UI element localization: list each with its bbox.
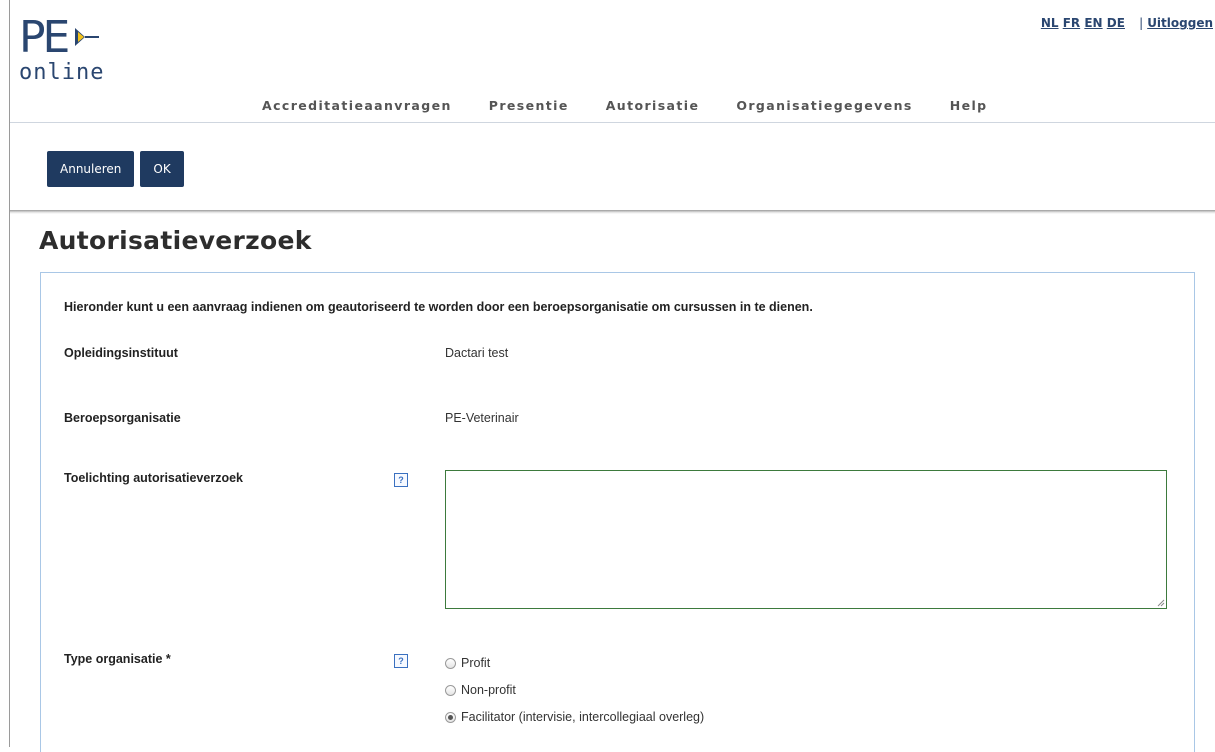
main-nav: Accreditatieaanvragen Presentie Autorisa…: [262, 98, 1025, 113]
explanation-textarea[interactable]: [445, 470, 1167, 609]
type-label: Type organisatie *: [64, 652, 171, 666]
logo-arrow-icon: [75, 28, 99, 46]
explanation-help-icon[interactable]: ?: [394, 473, 408, 487]
radio-option-non-profit[interactable]: Non-profit: [445, 683, 516, 697]
radio-label: Profit: [461, 656, 491, 670]
explanation-label: Toelichting autorisatieverzoek: [64, 471, 243, 485]
radio-option-profit[interactable]: Profit: [445, 656, 490, 670]
radio-button-checked[interactable]: [445, 711, 456, 723]
type-help-icon[interactable]: ?: [394, 654, 408, 668]
lang-nl-link[interactable]: NL: [1041, 16, 1059, 30]
lang-de-link[interactable]: DE: [1107, 16, 1125, 30]
nav-accreditatieaanvragen[interactable]: Accreditatieaanvragen: [262, 98, 452, 113]
left-border: [9, 0, 10, 747]
separator: |: [1139, 16, 1144, 30]
radio-label: Non-profit: [461, 683, 516, 697]
nav-autorisatie[interactable]: Autorisatie: [606, 98, 700, 113]
logo-mark: PE: [19, 12, 70, 63]
lang-fr-link[interactable]: FR: [1063, 16, 1080, 30]
cancel-button[interactable]: Annuleren: [47, 151, 135, 187]
nav-presentie[interactable]: Presentie: [489, 98, 569, 113]
lang-en-link[interactable]: EN: [1084, 16, 1102, 30]
nav-organisatiegegevens[interactable]: Organisatiegegevens: [736, 98, 912, 113]
logout-link[interactable]: Uitloggen: [1147, 16, 1213, 30]
logo-subtitle: online: [19, 60, 105, 85]
radio-button[interactable]: [445, 657, 456, 669]
intro-text: Hieronder kunt u een aanvraag indienen o…: [64, 300, 813, 314]
radio-button[interactable]: [445, 684, 456, 696]
page-title: Autorisatieverzoek: [39, 226, 312, 255]
radio-option-facilitator[interactable]: Facilitator (intervisie, intercollegiaal…: [445, 710, 704, 724]
toolbar: Annuleren OK: [47, 151, 184, 187]
pe-online-logo[interactable]: PE online: [19, 14, 129, 94]
profession-label: Beroepsorganisatie: [64, 411, 181, 425]
institute-label: Opleidingsinstituut: [64, 346, 178, 360]
radio-label: Facilitator (intervisie, intercollegiaal…: [461, 710, 705, 724]
toolbar-shadow: [10, 210, 1215, 214]
nav-help[interactable]: Help: [950, 98, 988, 113]
ok-button[interactable]: OK: [140, 151, 184, 187]
profession-value: PE-Veterinair: [445, 411, 519, 425]
language-bar: NL FR EN DE | Uitloggen: [1041, 16, 1213, 30]
resize-grip-icon[interactable]: [1157, 599, 1165, 607]
header-divider: [10, 122, 1215, 123]
institute-value: Dactari test: [445, 346, 509, 360]
